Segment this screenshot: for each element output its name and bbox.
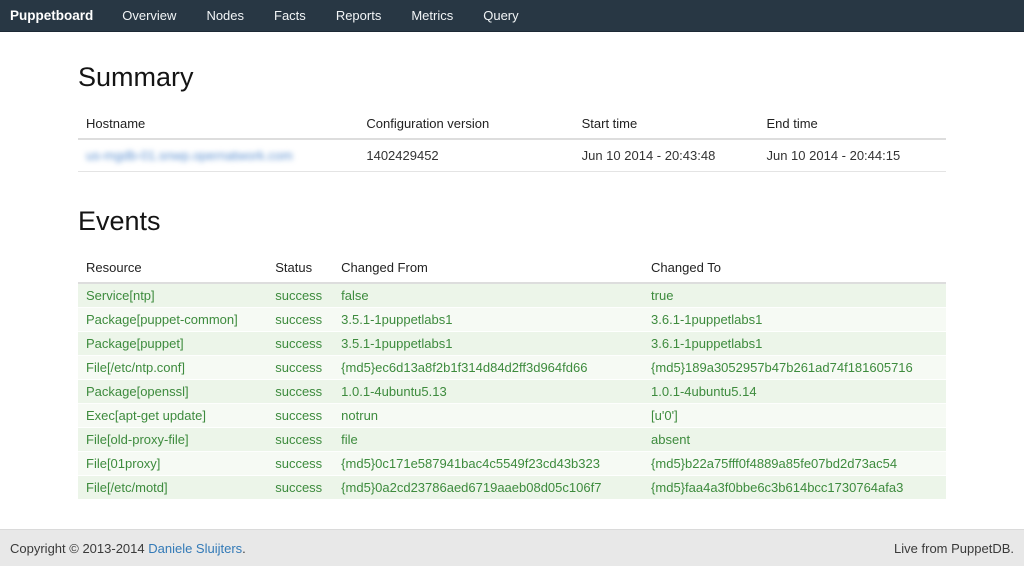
event-row: File[01proxy] success {md5}0c171e587941b…: [78, 452, 946, 476]
event-row: File[/etc/ntp.conf] success {md5}ec6d13a…: [78, 356, 946, 380]
event-changed-from: 1.0.1-4ubuntu5.13: [333, 380, 643, 404]
event-status: success: [267, 332, 333, 356]
nav-item-query[interactable]: Query: [468, 0, 533, 31]
event-row: File[old-proxy-file] success file absent: [78, 428, 946, 452]
events-col-status: Status: [267, 253, 333, 283]
navbar: Puppetboard Overview Nodes Facts Reports…: [0, 0, 1024, 32]
summary-col-hostname: Hostname: [78, 109, 358, 139]
event-status: success: [267, 476, 333, 500]
event-changed-from: {md5}ec6d13a8f2b1f314d84d2ff3d964fd66: [333, 356, 643, 380]
event-changed-from: 3.5.1-1puppetlabs1: [333, 308, 643, 332]
brand-puppetboard[interactable]: Puppetboard: [0, 0, 107, 31]
event-resource: File[01proxy]: [78, 452, 267, 476]
event-changed-to: 3.6.1-1puppetlabs1: [643, 308, 946, 332]
event-resource: Service[ntp]: [78, 283, 267, 308]
footer-status: Live from PuppetDB.: [894, 541, 1014, 556]
nav-item-reports[interactable]: Reports: [321, 0, 397, 31]
summary-title: Summary: [78, 62, 946, 93]
event-status: success: [267, 428, 333, 452]
summary-end-time-cell: Jun 10 2014 - 20:44:15: [758, 139, 946, 172]
event-changed-from: {md5}0a2cd23786aed6719aaeb08d05c106f7: [333, 476, 643, 500]
nav-item-nodes[interactable]: Nodes: [191, 0, 259, 31]
event-status: success: [267, 283, 333, 308]
event-changed-from: notrun: [333, 404, 643, 428]
footer-copyright: Copyright © 2013-2014 Daniele Sluijters.: [10, 541, 246, 556]
event-row: Package[openssl] success 1.0.1-4ubuntu5.…: [78, 380, 946, 404]
event-changed-from: 3.5.1-1puppetlabs1: [333, 332, 643, 356]
event-changed-to: {md5}b22a75fff0f4889a85fe07bd2d73ac54: [643, 452, 946, 476]
events-col-changed-to: Changed To: [643, 253, 946, 283]
event-changed-from: false: [333, 283, 643, 308]
event-changed-from: file: [333, 428, 643, 452]
event-resource: File[old-proxy-file]: [78, 428, 267, 452]
event-changed-to: 3.6.1-1puppetlabs1: [643, 332, 946, 356]
hostname-link[interactable]: us-mgdb-01.snwp.opernatwork.com: [86, 148, 293, 163]
event-status: success: [267, 380, 333, 404]
event-changed-to: {md5}189a3052957b47b261ad74f181605716: [643, 356, 946, 380]
main-content: Summary Hostname Configuration version S…: [78, 32, 946, 529]
summary-col-config-version: Configuration version: [358, 109, 573, 139]
event-row: Package[puppet] success 3.5.1-1puppetlab…: [78, 332, 946, 356]
event-status: success: [267, 452, 333, 476]
events-col-resource: Resource: [78, 253, 267, 283]
event-changed-to: [u'0']: [643, 404, 946, 428]
event-row: Exec[apt-get update] success notrun [u'0…: [78, 404, 946, 428]
summary-col-start-time: Start time: [574, 109, 759, 139]
event-resource: Package[puppet]: [78, 332, 267, 356]
events-header-row: Resource Status Changed From Changed To: [78, 253, 946, 283]
summary-header-row: Hostname Configuration version Start tim…: [78, 109, 946, 139]
event-resource: File[/etc/motd]: [78, 476, 267, 500]
events-table: Resource Status Changed From Changed To …: [78, 253, 946, 499]
event-resource: Package[puppet-common]: [78, 308, 267, 332]
copyright-period: .: [242, 541, 246, 556]
event-row: Service[ntp] success false true: [78, 283, 946, 308]
event-row: Package[puppet-common] success 3.5.1-1pu…: [78, 308, 946, 332]
events-col-changed-from: Changed From: [333, 253, 643, 283]
event-changed-to: 1.0.1-4ubuntu5.14: [643, 380, 946, 404]
summary-table: Hostname Configuration version Start tim…: [78, 109, 946, 172]
summary-col-end-time: End time: [758, 109, 946, 139]
event-resource: Exec[apt-get update]: [78, 404, 267, 428]
event-changed-to: absent: [643, 428, 946, 452]
event-status: success: [267, 308, 333, 332]
summary-hostname-cell: us-mgdb-01.snwp.opernatwork.com: [78, 139, 358, 172]
nav-item-overview[interactable]: Overview: [107, 0, 191, 31]
event-resource: File[/etc/ntp.conf]: [78, 356, 267, 380]
nav-item-metrics[interactable]: Metrics: [396, 0, 468, 31]
copyright-text: Copyright © 2013-2014: [10, 541, 148, 556]
summary-row: us-mgdb-01.snwp.opernatwork.com 14024294…: [78, 139, 946, 172]
nav-item-facts[interactable]: Facts: [259, 0, 321, 31]
events-title: Events: [78, 206, 946, 237]
event-changed-to: true: [643, 283, 946, 308]
event-resource: Package[openssl]: [78, 380, 267, 404]
event-row: File[/etc/motd] success {md5}0a2cd23786a…: [78, 476, 946, 500]
event-status: success: [267, 356, 333, 380]
summary-config-version-cell: 1402429452: [358, 139, 573, 172]
event-changed-from: {md5}0c171e587941bac4c5549f23cd43b323: [333, 452, 643, 476]
author-link[interactable]: Daniele Sluijters: [148, 541, 242, 556]
event-status: success: [267, 404, 333, 428]
summary-start-time-cell: Jun 10 2014 - 20:43:48: [574, 139, 759, 172]
event-changed-to: {md5}faa4a3f0bbe6c3b614bcc1730764afa3: [643, 476, 946, 500]
